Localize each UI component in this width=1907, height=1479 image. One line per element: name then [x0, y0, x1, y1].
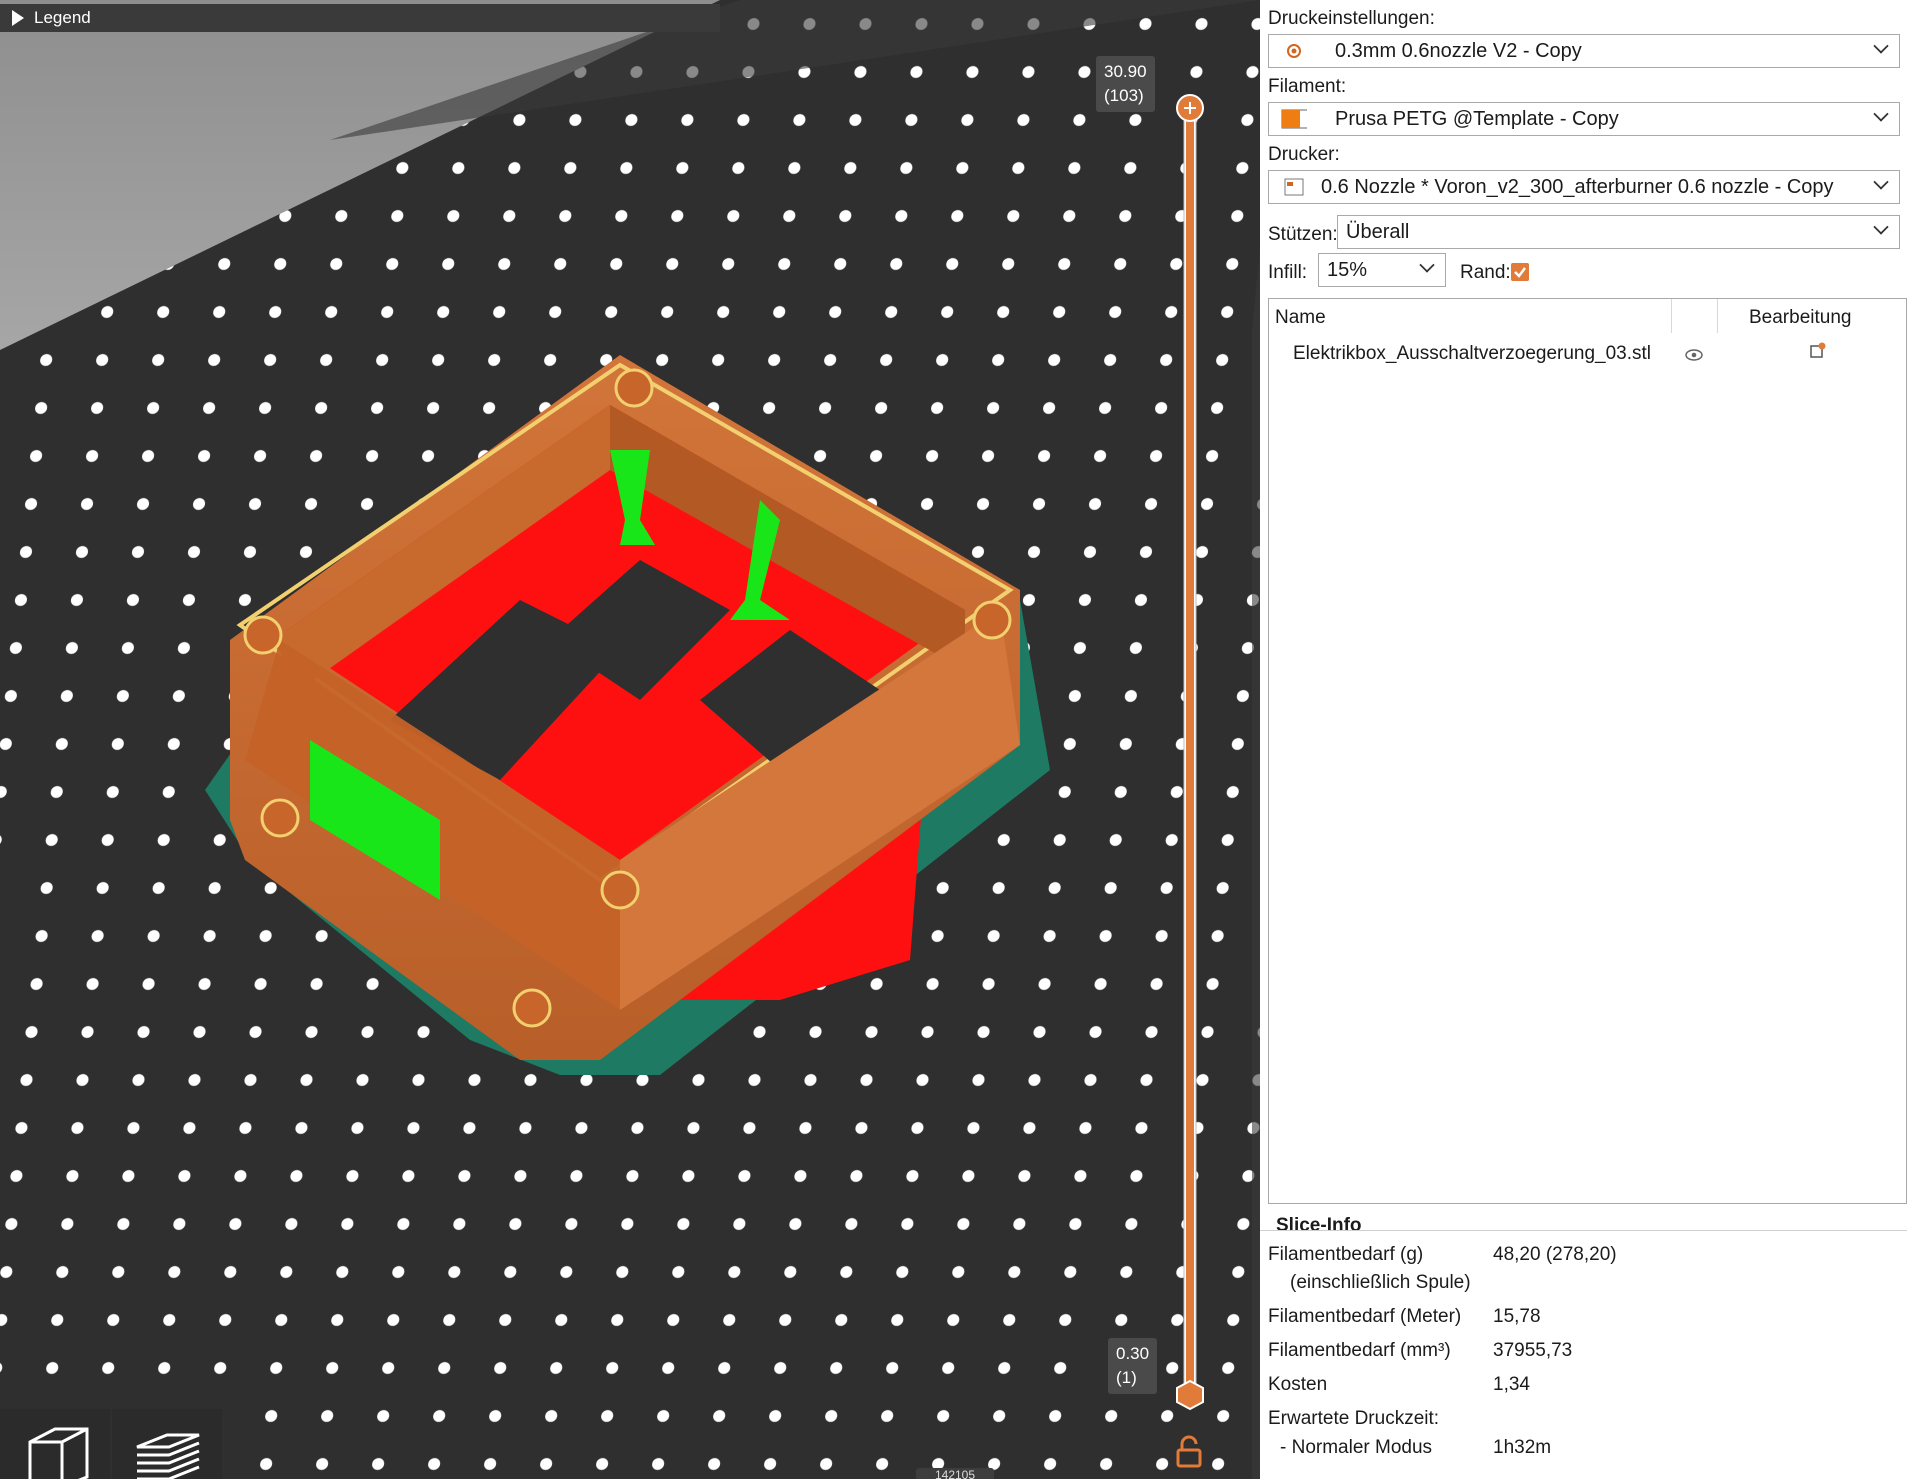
slice-info-value: 1,34	[1493, 1374, 1530, 1395]
supports-combo[interactable]: Überall	[1337, 215, 1900, 249]
3d-preview-viewport[interactable]: Legend 30.90 (103) 0.30 (1) 142105	[0, 0, 1260, 1479]
bottom-height-value: 0.30	[1116, 1344, 1150, 1363]
bottom-layer-value: (1)	[1116, 1368, 1137, 1387]
object-row[interactable]: Elektrikbox_Ausschaltverzoegerung_03.stl	[1269, 333, 1906, 371]
layer-slider-range	[1186, 110, 1194, 1390]
printer-icon	[1281, 177, 1307, 197]
column-header-name: Name	[1275, 307, 1326, 328]
slice-info-label: Filamentbedarf (Meter)	[1268, 1306, 1462, 1327]
slice-info-value: 48,20 (278,20)	[1493, 1244, 1617, 1265]
checkmark-icon	[1514, 267, 1526, 278]
supports-label: Stützen:	[1268, 224, 1338, 245]
slice-info-value: 1h32m	[1493, 1437, 1552, 1458]
cube-icon	[28, 1427, 89, 1479]
printer-label: Drucker:	[1268, 144, 1340, 165]
object-name: Elektrikbox_Ausschaltverzoegerung_03.stl	[1293, 343, 1652, 364]
slice-info-value: 37955,73	[1493, 1340, 1573, 1361]
filament-value: Prusa PETG @Template - Copy	[1335, 107, 1619, 130]
legend-label: Legend	[34, 8, 91, 27]
slice-info-sublabel: (einschließlich Spule)	[1290, 1272, 1471, 1293]
top-layer-value: (103)	[1104, 86, 1144, 105]
layer-slider-bottom-handle	[1176, 1379, 1204, 1411]
chevron-down-icon	[1873, 106, 1889, 122]
infill-combo[interactable]: 15%	[1318, 253, 1446, 287]
slice-info-value: 15,78	[1493, 1306, 1541, 1327]
object-list: Name Bearbeitung Elektrikbox_Ausschaltve…	[1268, 298, 1907, 1204]
brim-label: Rand:	[1460, 262, 1511, 283]
settings-panel: Druckeinstellungen: 0.3mm 0.6nozzle V2 -…	[1260, 0, 1907, 1479]
expand-triangle-icon	[12, 10, 24, 26]
print-bed-scene	[0, 0, 1260, 1479]
supports-value: Überall	[1346, 220, 1410, 243]
3d-view-button[interactable]	[0, 1409, 110, 1479]
print-settings-combo[interactable]: 0.3mm 0.6nozzle V2 - Copy	[1268, 34, 1900, 68]
chevron-down-icon	[1419, 257, 1435, 273]
edit-settings-icon[interactable]	[1809, 341, 1827, 365]
slice-info-label: - Normaler Modus	[1280, 1437, 1433, 1458]
bottom-counter: 142105	[916, 1468, 994, 1479]
print-settings-value: 0.3mm 0.6nozzle V2 - Copy	[1335, 39, 1582, 62]
infill-value: 15%	[1327, 258, 1368, 281]
brim-checkbox[interactable]	[1511, 263, 1529, 281]
column-header-edit: Bearbeitung	[1749, 307, 1852, 328]
slice-info-label: Erwartete Druckzeit:	[1268, 1408, 1440, 1429]
layer-slider-bottom-label: 0.30 (1)	[1108, 1338, 1158, 1394]
slice-info-label: Filamentbedarf (g)	[1268, 1244, 1424, 1265]
chevron-down-icon	[1873, 174, 1889, 190]
infill-label: Infill:	[1268, 262, 1308, 283]
gear-icon	[1281, 41, 1307, 61]
slice-info-label: Kosten	[1268, 1374, 1328, 1395]
chevron-down-icon	[1873, 219, 1889, 235]
preview-view-button[interactable]	[112, 1409, 222, 1479]
slice-info-label: Filamentbedarf (mm³)	[1268, 1340, 1451, 1361]
printer-combo[interactable]: 0.6 Nozzle * Voron_v2_300_afterburner 0.…	[1268, 170, 1900, 204]
printer-value: 0.6 Nozzle * Voron_v2_300_afterburner 0.…	[1321, 175, 1834, 198]
filament-swatch-icon	[1281, 109, 1307, 129]
eye-icon[interactable]	[1685, 345, 1703, 367]
filament-label: Filament:	[1268, 76, 1347, 97]
filament-combo[interactable]: Prusa PETG @Template - Copy	[1268, 102, 1900, 136]
top-height-value: 30.90	[1104, 62, 1147, 81]
layer-slider-top-label: 30.90 (103)	[1096, 56, 1155, 112]
print-settings-label: Druckeinstellungen:	[1268, 8, 1435, 29]
chevron-down-icon	[1873, 38, 1889, 54]
slice-info-title: Slice-Info	[1276, 1215, 1362, 1236]
legend-toggle[interactable]: Legend	[0, 4, 720, 32]
layers-icon	[136, 1433, 200, 1479]
